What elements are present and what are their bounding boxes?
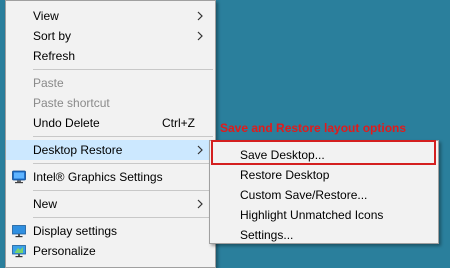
desktop-context-menu: View Sort by Refresh Paste Paste shortcu… [5,0,216,268]
menu-item-label: Intel® Graphics Settings [33,170,163,184]
submenu-item-label: Settings... [240,228,294,242]
submenu-item-settings[interactable]: Settings... [210,225,438,245]
menu-item-refresh[interactable]: Refresh [6,46,215,66]
menu-item-paste: Paste [6,73,215,93]
submenu-item-label: Restore Desktop [240,168,330,182]
menu-item-intel-graphics-settings[interactable]: Intel® Graphics Settings [6,167,215,187]
chevron-right-icon [197,194,205,214]
menu-item-label: Desktop Restore [33,143,123,157]
chevron-right-icon [197,140,205,160]
menu-item-desktop-restore[interactable]: Desktop Restore [6,140,215,160]
menu-item-label: New [33,197,58,211]
display-settings-icon [12,224,26,238]
menu-separator [33,163,213,164]
menu-item-label: Personalize [33,244,96,258]
menu-item-sort-by[interactable]: Sort by [6,26,215,46]
submenu-item-label: Custom Save/Restore... [240,188,368,202]
submenu-item-restore-desktop[interactable]: Restore Desktop [210,165,438,185]
submenu-item-label: Highlight Unmatched Icons [240,208,384,222]
chevron-right-icon [197,26,205,46]
intel-graphics-icon [12,170,26,184]
menu-item-label: Display settings [33,224,118,238]
annotation-label: Save and Restore layout options [220,121,407,135]
menu-item-view[interactable]: View [6,6,215,26]
submenu-item-custom-save-restore[interactable]: Custom Save/Restore... [210,185,438,205]
menu-separator [33,217,213,218]
menu-item-label: Sort by [33,29,72,43]
menu-item-label: View [33,9,59,23]
menu-item-display-settings[interactable]: Display settings [6,221,215,241]
menu-item-new[interactable]: New [6,194,215,214]
menu-item-label: Paste [33,76,64,90]
menu-separator [33,136,213,137]
desktop: View Sort by Refresh Paste Paste shortcu… [0,0,450,268]
menu-item-label: Paste shortcut [33,96,110,110]
personalize-icon [12,244,26,258]
submenu-item-highlight-unmatched-icons[interactable]: Highlight Unmatched Icons [210,205,438,225]
menu-item-personalize[interactable]: Personalize [6,241,215,261]
menu-separator [33,69,213,70]
menu-item-label: Refresh [33,49,76,63]
menu-separator [33,190,213,191]
menu-item-label: Undo Delete [33,116,100,130]
menu-item-shortcut: Ctrl+Z [162,116,195,130]
chevron-right-icon [197,6,205,26]
annotation-highlight-box [211,140,436,165]
menu-item-paste-shortcut: Paste shortcut [6,93,215,113]
menu-item-undo-delete[interactable]: Undo Delete Ctrl+Z [6,113,215,133]
